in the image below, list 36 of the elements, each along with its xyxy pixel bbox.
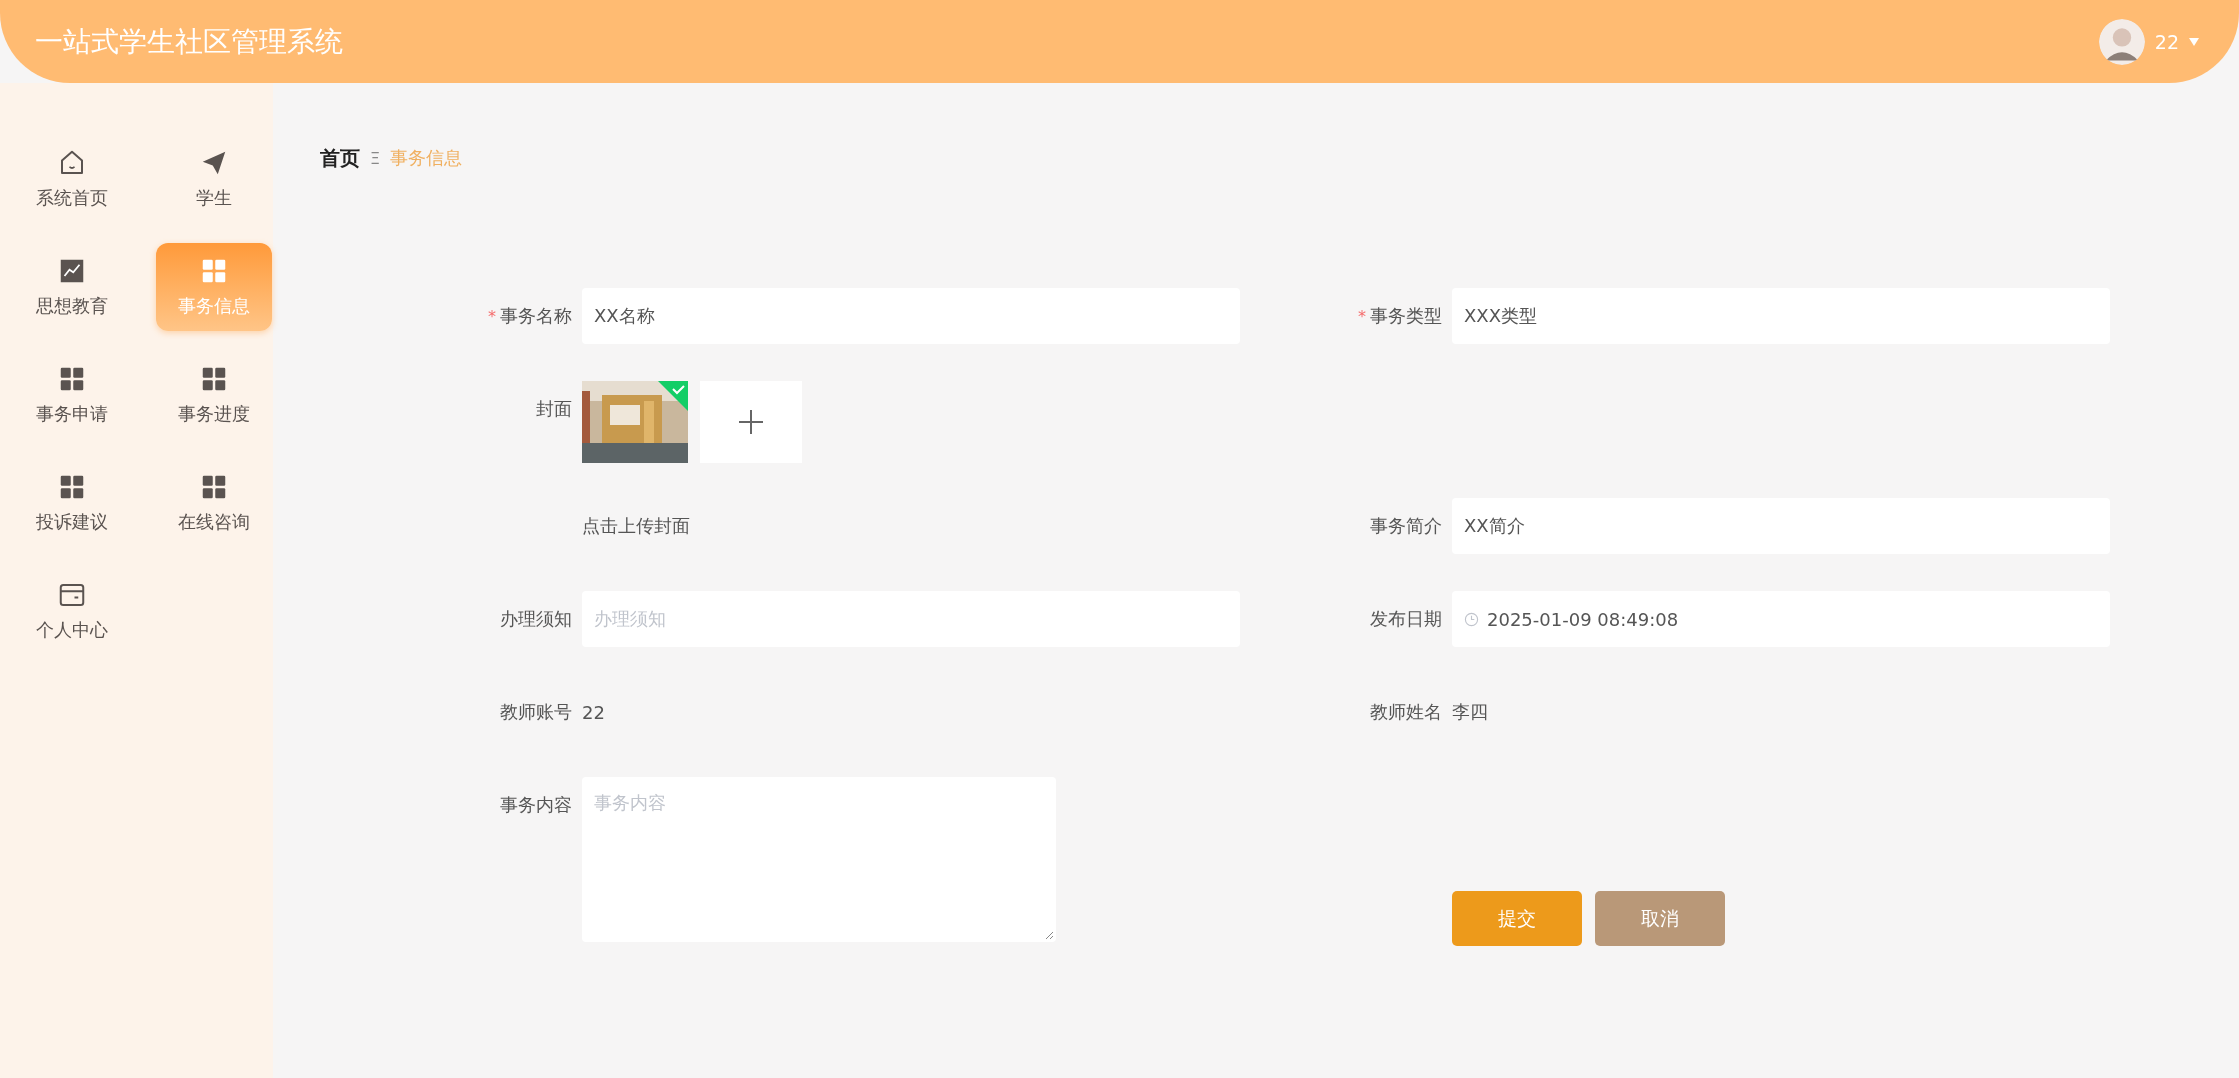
field-value: 点击上传封面 [582, 514, 691, 538]
required-mark: * [488, 306, 496, 326]
sidebar-item[interactable]: 在线咨询 [156, 459, 272, 547]
sidebar-item[interactable]: 投诉建议 [14, 459, 130, 547]
field-label: 封面 [536, 397, 572, 421]
date-field[interactable]: 2025-01-09 08:49:08 [1452, 591, 2110, 647]
sidebar-item[interactable]: 思想教育 [14, 243, 130, 331]
field-label: 事务简介 [1370, 514, 1442, 538]
field-label: 事务名称 [500, 304, 572, 328]
breadcrumb-separator: Ξ [370, 148, 381, 168]
sidebar-item[interactable]: 学生 [156, 135, 272, 223]
sidebar-item[interactable]: 事务申请 [14, 351, 130, 439]
input-field[interactable]: XX简介 [1452, 498, 2110, 554]
field-label: 事务类型 [1370, 304, 1442, 328]
input-field[interactable]: XXX类型 [1452, 288, 2110, 344]
sidebar-item[interactable]: 个人中心 [14, 567, 130, 655]
input-field[interactable]: XX名称 [582, 288, 1240, 344]
field-label: 办理须知 [500, 607, 572, 631]
clock-icon [1464, 611, 1479, 627]
breadcrumb-home[interactable]: 首页 [320, 144, 360, 172]
field-label: 事务内容 [500, 793, 572, 817]
app-title: 一站式学生社区管理系统 [35, 23, 343, 60]
required-mark: * [1358, 306, 1366, 326]
resize-handle-icon[interactable] [1044, 930, 1054, 940]
field-label: 发布日期 [1370, 607, 1442, 631]
breadcrumb-current: 事务信息 [390, 146, 463, 170]
caret-icon[interactable] [2189, 37, 2199, 46]
check-badge-icon [658, 381, 688, 411]
sidebar-item[interactable]: 事务进度 [156, 351, 272, 439]
field-value: 22 [582, 700, 606, 725]
sidebar-item[interactable]: 系统首页 [14, 135, 130, 223]
field-value: 李四 [1452, 700, 1489, 724]
field-label: 教师姓名 [1370, 700, 1442, 724]
field-label: 教师账号 [500, 700, 572, 724]
plus-icon [737, 408, 765, 436]
avatar-icon[interactable] [2098, 18, 2145, 65]
